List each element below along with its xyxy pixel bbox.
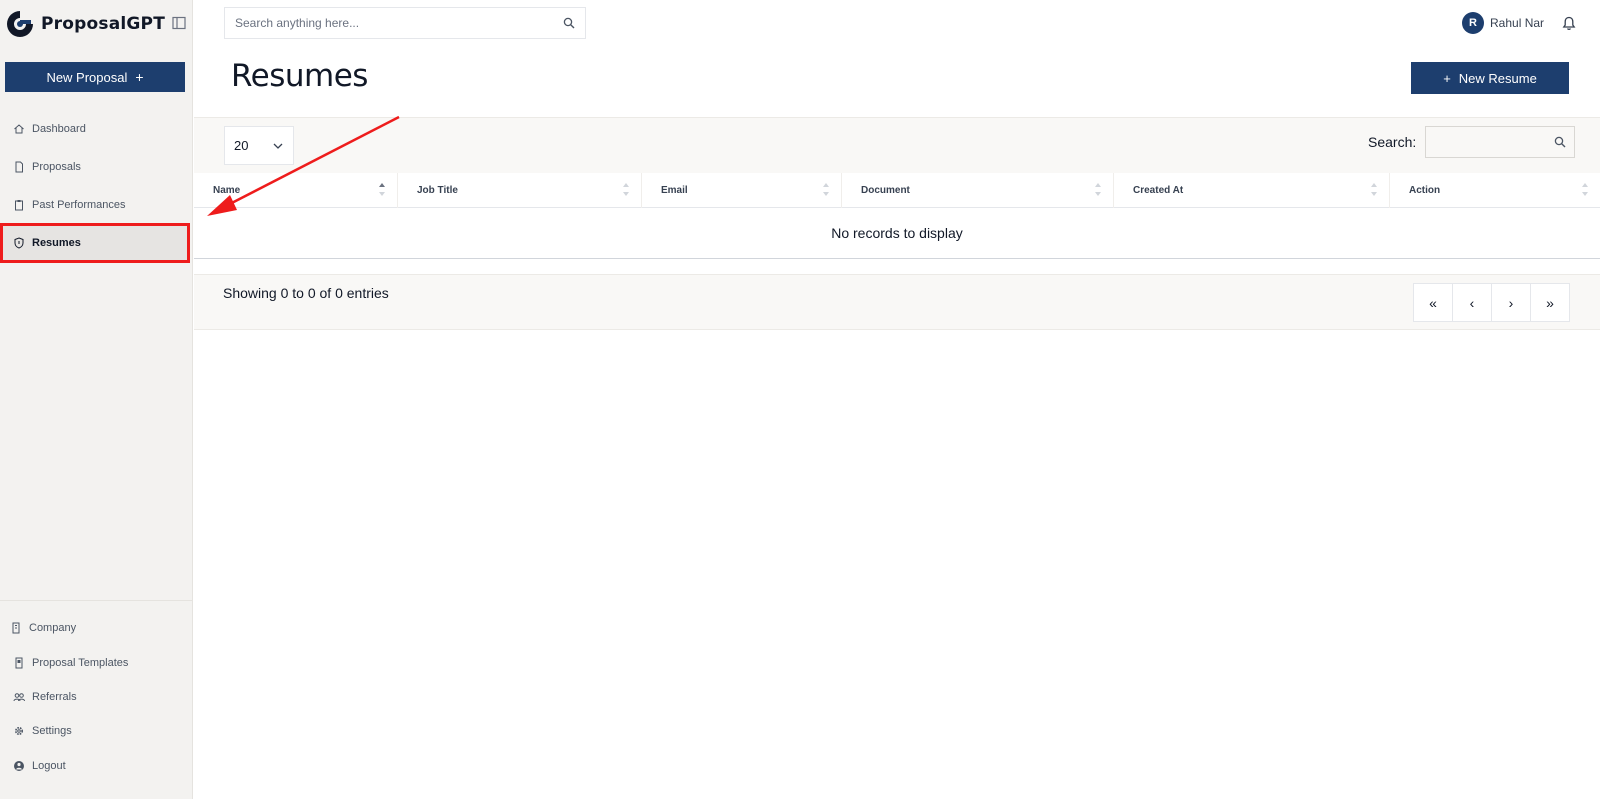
last-page-button[interactable]: » (1530, 283, 1570, 322)
sort-icon (623, 183, 629, 196)
avatar: R (1462, 12, 1484, 34)
home-icon (14, 124, 24, 134)
sidebar-item-logout[interactable]: Logout (0, 749, 193, 783)
sidebar-item-label: Company (29, 622, 77, 635)
users-icon (13, 693, 25, 702)
gear-icon (14, 727, 24, 736)
column-label: Document (861, 185, 910, 196)
sidebar-item-settings[interactable]: Settings (0, 714, 193, 748)
new-proposal-label: New Proposal (46, 69, 128, 85)
sidebar-bottom-nav: Company Proposal Templates Referrals Set… (0, 600, 193, 783)
building-icon (12, 622, 20, 634)
sort-icon (823, 183, 829, 196)
notification-bell-icon[interactable] (1562, 16, 1576, 31)
next-page-button[interactable]: › (1491, 283, 1531, 322)
sidebar-item-label: Referrals (32, 690, 77, 703)
previous-page-button[interactable]: ‹ (1452, 283, 1492, 322)
table-search-label: Search: (1368, 134, 1417, 150)
sidebar-item-label: Proposals (32, 161, 81, 173)
user-menu[interactable]: R Rahul Nar (1462, 12, 1544, 34)
sidebar-item-label: Settings (32, 725, 72, 738)
table-toolbar: 20 Search: (194, 117, 1600, 173)
plus-icon: + (1443, 70, 1451, 86)
column-label: Created At (1133, 185, 1184, 196)
table-search-input[interactable] (1426, 127, 1546, 157)
proposalgpt-logo-icon (7, 11, 33, 37)
table-search-field[interactable] (1425, 126, 1575, 158)
sidebar-item-referrals[interactable]: Referrals (0, 680, 193, 714)
new-resume-button[interactable]: + New Resume (1411, 62, 1569, 94)
page-size-value: 20 (234, 138, 249, 153)
column-label: Action (1409, 185, 1441, 196)
document-icon (15, 161, 23, 173)
brand-name: ProposalGPT (41, 14, 165, 34)
search-icon[interactable] (563, 17, 575, 29)
sort-icon (1371, 183, 1377, 196)
user-name: Rahul Nar (1490, 16, 1545, 30)
column-label: Email (661, 185, 688, 196)
column-header-job-title[interactable]: Job Title (398, 173, 642, 208)
sidebar-item-proposal-templates[interactable]: Proposal Templates (0, 645, 193, 679)
sort-icon (1095, 183, 1101, 196)
global-search-input[interactable] (235, 16, 563, 30)
column-header-action[interactable]: Action (1390, 173, 1600, 208)
sidebar-item-label: Dashboard (32, 123, 86, 135)
page-title: Resumes (231, 58, 368, 94)
sidebar-item-resumes[interactable]: Resumes (0, 223, 190, 263)
new-proposal-button[interactable]: New Proposal + (5, 62, 185, 92)
logout-icon (14, 760, 24, 771)
sidebar-item-label: Proposal Templates (32, 656, 129, 669)
plus-icon: + (135, 69, 144, 85)
column-header-created-at[interactable]: Created At (1114, 173, 1390, 208)
search-icon (1554, 136, 1566, 148)
first-page-button[interactable]: « (1413, 283, 1453, 322)
sidebar-item-proposals[interactable]: Proposals (0, 148, 193, 186)
shield-icon (14, 237, 24, 249)
new-resume-label: New Resume (1458, 70, 1537, 86)
sidebar-item-label: Past Performances (32, 199, 126, 211)
sort-icon (379, 183, 385, 196)
sidebar-item-past-performances[interactable]: Past Performances (0, 186, 193, 224)
page-size-select[interactable]: 20 (224, 126, 294, 165)
table-info: Showing 0 to 0 of 0 entries (223, 285, 389, 301)
column-header-document[interactable]: Document (842, 173, 1114, 208)
column-label: Job Title (417, 185, 458, 196)
column-header-email[interactable]: Email (642, 173, 842, 208)
column-header-name[interactable]: Name (194, 173, 398, 208)
brand[interactable]: ProposalGPT (5, 8, 165, 40)
column-label: Name (213, 185, 241, 196)
sidebar-item-label: Resumes (32, 237, 81, 249)
table-footer: Showing 0 to 0 of 0 entries « ‹ › » (194, 274, 1600, 330)
sidebar: ProposalGPT New Proposal + Dashboard Pro… (0, 0, 193, 799)
table-header: Name Job Title Email Document Created At… (194, 173, 1600, 208)
sidebar-collapse-icon[interactable] (172, 16, 186, 30)
chevron-down-icon (273, 143, 283, 149)
pagination: « ‹ › » (1413, 283, 1570, 322)
sidebar-nav: Dashboard Proposals Past Performances Re… (0, 110, 193, 263)
sidebar-item-label: Logout (32, 759, 66, 772)
clipboard-icon (15, 200, 23, 211)
sidebar-item-dashboard[interactable]: Dashboard (0, 110, 193, 148)
template-icon (15, 657, 23, 669)
sort-icon (1582, 183, 1588, 196)
global-search[interactable] (224, 7, 586, 39)
empty-table-message: No records to display (194, 208, 1600, 259)
sidebar-item-company[interactable]: Company (0, 611, 193, 645)
